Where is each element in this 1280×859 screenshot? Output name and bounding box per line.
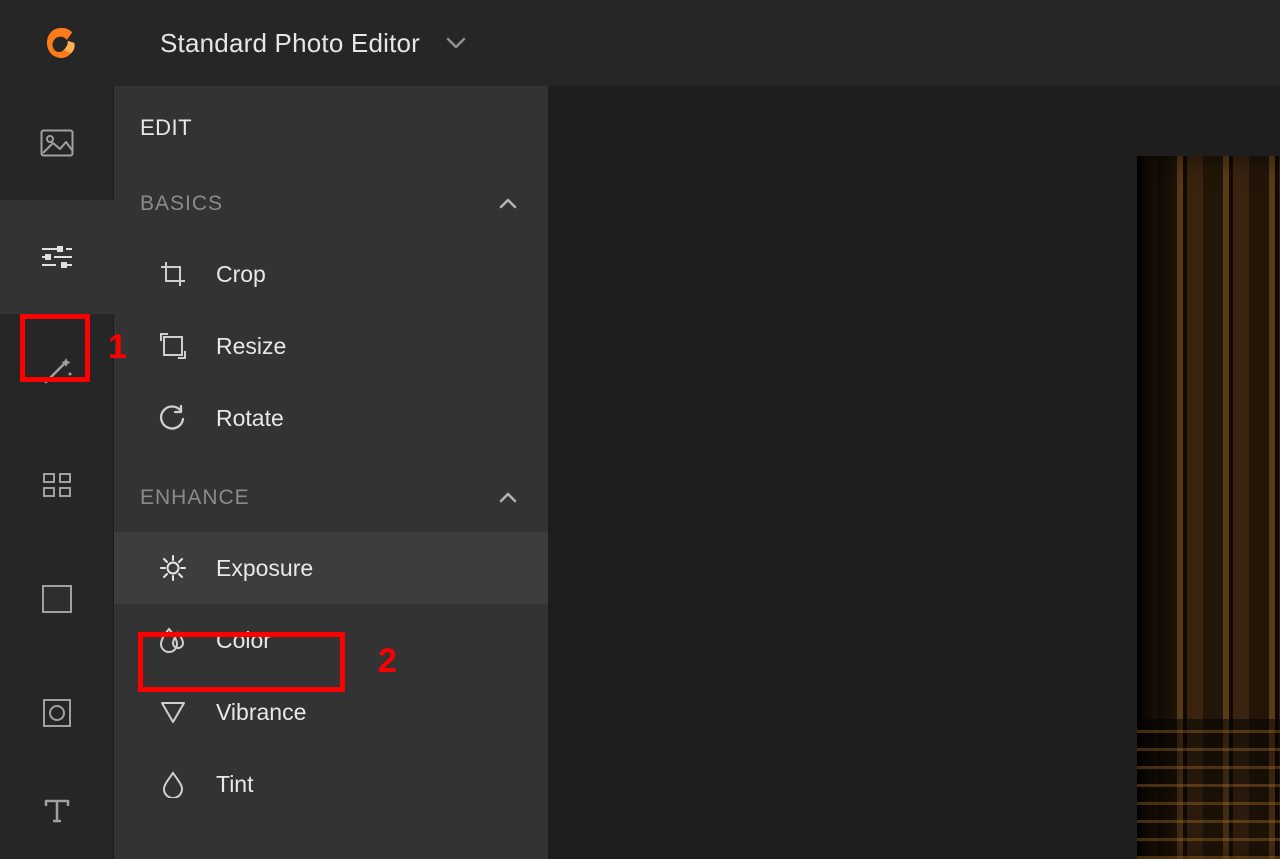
mode-title: Standard Photo Editor bbox=[160, 28, 420, 59]
app-logo bbox=[40, 23, 80, 63]
color-icon bbox=[158, 625, 188, 655]
tool-exposure[interactable]: Exposure bbox=[114, 532, 548, 604]
image-icon bbox=[39, 125, 75, 161]
top-bar: Standard Photo Editor bbox=[0, 0, 1280, 86]
tool-label: Exposure bbox=[216, 555, 313, 582]
border-tab[interactable] bbox=[0, 542, 114, 656]
frame-icon bbox=[39, 581, 75, 617]
section-basics-title: BASICS bbox=[140, 192, 223, 216]
rotate-icon bbox=[158, 403, 188, 433]
adjust-tab[interactable] bbox=[0, 200, 114, 314]
tool-vibrance[interactable]: Vibrance bbox=[114, 676, 548, 748]
apps-tab[interactable] bbox=[0, 428, 114, 542]
tool-rotate[interactable]: Rotate bbox=[114, 382, 548, 454]
tool-color[interactable]: Color bbox=[114, 604, 548, 676]
tool-label: Rotate bbox=[216, 405, 284, 432]
logo-icon bbox=[41, 24, 79, 62]
section-enhance-header[interactable]: ENHANCE bbox=[114, 464, 548, 532]
tool-label: Tint bbox=[216, 771, 254, 798]
tool-crop[interactable]: Crop bbox=[114, 238, 548, 310]
tool-tint[interactable]: Tint bbox=[114, 748, 548, 820]
wand-icon bbox=[39, 353, 75, 389]
text-icon bbox=[39, 792, 75, 828]
vibrance-icon bbox=[158, 697, 188, 727]
section-enhance-title: ENHANCE bbox=[140, 486, 250, 510]
tool-label: Resize bbox=[216, 333, 286, 360]
canvas-area[interactable] bbox=[548, 86, 1280, 859]
tool-label: Crop bbox=[216, 261, 266, 288]
chevron-up-icon bbox=[498, 197, 518, 211]
sliders-icon bbox=[39, 239, 75, 275]
tool-resize[interactable]: Resize bbox=[114, 310, 548, 382]
circle-frame-icon bbox=[39, 695, 75, 731]
photo-preview bbox=[1137, 156, 1280, 859]
panel-title: EDIT bbox=[114, 86, 548, 170]
image-tab[interactable] bbox=[0, 86, 114, 200]
tint-icon bbox=[158, 769, 188, 799]
edit-panel: EDIT BASICS Crop Resize Rotate ENHANCE bbox=[114, 86, 548, 859]
tool-label: Vibrance bbox=[216, 699, 306, 726]
mode-selector[interactable]: Standard Photo Editor bbox=[160, 28, 466, 59]
tool-label: Color bbox=[216, 627, 271, 654]
grid-icon bbox=[39, 467, 75, 503]
text-tab[interactable] bbox=[0, 770, 114, 850]
section-basics-header[interactable]: BASICS bbox=[114, 170, 548, 238]
exposure-icon bbox=[158, 553, 188, 583]
resize-icon bbox=[158, 331, 188, 361]
chevron-up-icon bbox=[498, 491, 518, 505]
magic-tab[interactable] bbox=[0, 314, 114, 428]
crop-icon bbox=[158, 259, 188, 289]
left-rail bbox=[0, 86, 114, 859]
vignette-tab[interactable] bbox=[0, 656, 114, 770]
chevron-down-icon bbox=[446, 36, 466, 50]
